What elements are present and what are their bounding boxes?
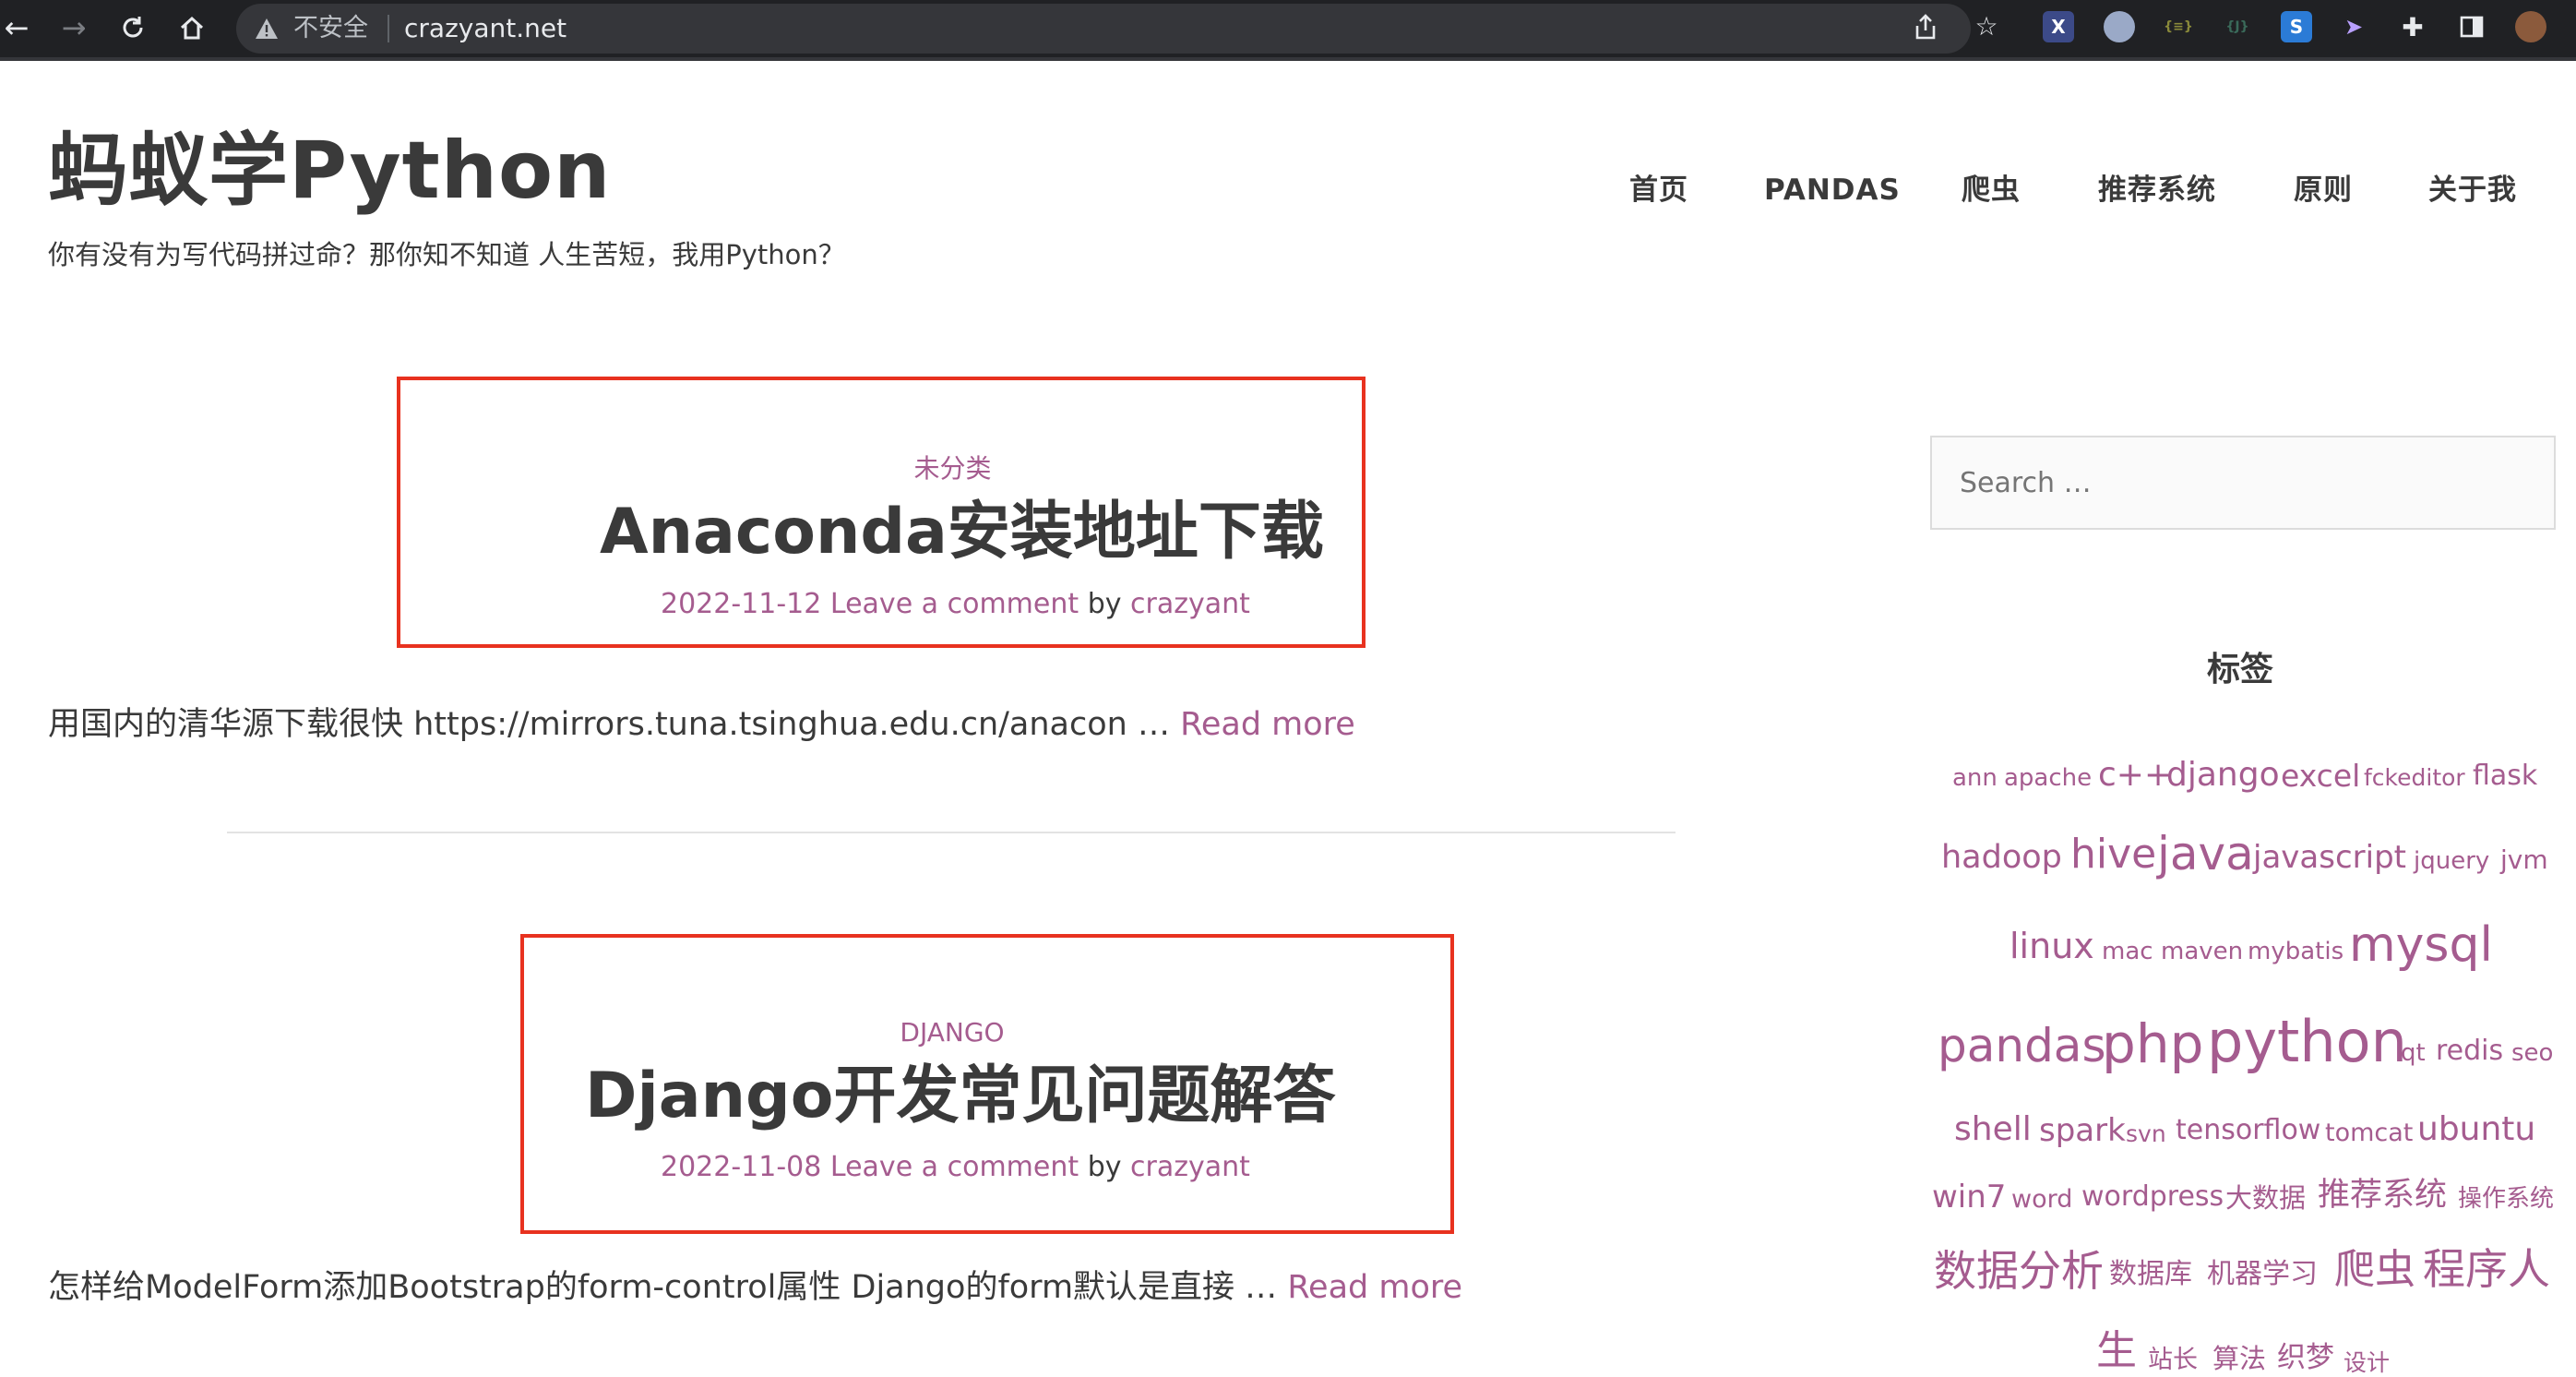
post-excerpt: 怎样给ModelForm添加Bootstrap的form-control属性 D…: [48, 1266, 1462, 1309]
security-label: 不安全: [293, 14, 368, 42]
extension-pointer-icon[interactable]: ➤: [2338, 11, 2369, 42]
extensions-puzzle-icon[interactable]: ✚: [2397, 11, 2428, 42]
author-link[interactable]: crazyant: [1130, 1151, 1250, 1183]
address-bar[interactable]: 不安全 crazyant.net ☆: [236, 4, 1998, 54]
post-excerpt: 用国内的清华源下载很快 https://mirrors.tuna.tsinghu…: [48, 703, 1355, 746]
tag-link[interactable]: python: [2207, 1013, 2407, 1071]
excerpt-text: 用国内的清华源下载很快 https://mirrors.tuna.tsinghu…: [48, 706, 1170, 743]
tag-link[interactable]: java: [2157, 831, 2254, 877]
tag-link[interactable]: tensorflow: [2176, 1117, 2320, 1144]
post-date[interactable]: 2022-11-12: [661, 588, 821, 620]
tag-link[interactable]: shell: [1954, 1113, 2032, 1146]
excerpt-text: 怎样给ModelForm添加Bootstrap的form-control属性 D…: [48, 1269, 1278, 1306]
share-icon[interactable]: [1910, 13, 1941, 44]
author-link[interactable]: crazyant: [1130, 588, 1250, 620]
tag-link[interactable]: 推荐系统: [2318, 1179, 2447, 1212]
profile-avatar[interactable]: [2515, 11, 2546, 42]
tag-link[interactable]: 程序人: [2423, 1248, 2550, 1290]
tag-link[interactable]: spark: [2039, 1115, 2126, 1146]
post-category[interactable]: DJANGO: [886, 1016, 1019, 1049]
tag-link[interactable]: 站长: [2148, 1347, 2198, 1372]
post-title[interactable]: Django开发常见问题解答: [585, 1060, 1335, 1133]
tag-link[interactable]: flask: [2473, 762, 2537, 790]
forward-icon[interactable]: →: [52, 6, 96, 50]
tag-link[interactable]: fckeditor: [2364, 766, 2465, 789]
tag-link[interactable]: win7: [1932, 1181, 2006, 1213]
tag-link[interactable]: linux: [2010, 928, 2094, 964]
nav-item-about[interactable]: 关于我: [2428, 170, 2517, 210]
post-title[interactable]: Anaconda安装地址下载: [600, 496, 1324, 569]
nav-item-principles[interactable]: 原则: [2294, 170, 2353, 210]
tag-link[interactable]: javascript: [2253, 842, 2406, 873]
tag-link[interactable]: jvm: [2500, 847, 2548, 873]
extension-j-icon[interactable]: {J}: [2222, 11, 2253, 42]
tag-link[interactable]: pandas: [1938, 1023, 2106, 1069]
browser-toolbar: ← → 不安全 crazyant.net ☆ X {≡} {J} S ➤ ✚: [0, 0, 2576, 57]
read-more-link[interactable]: Read more: [1287, 1269, 1462, 1306]
tag-link[interactable]: wordpress: [2081, 1183, 2224, 1211]
tag-link[interactable]: word: [2011, 1187, 2072, 1212]
tag-link[interactable]: apache: [2004, 766, 2092, 790]
tag-link[interactable]: 算法: [2212, 1346, 2266, 1372]
post-date[interactable]: 2022-11-08: [661, 1151, 821, 1183]
omnibox-divider: [388, 15, 389, 42]
tag-link[interactable]: mybatis: [2248, 940, 2343, 964]
tag-link[interactable]: 织梦: [2277, 1344, 2334, 1372]
extension-s-icon[interactable]: S: [2281, 11, 2312, 42]
tag-link[interactable]: 机器学习: [2207, 1261, 2318, 1288]
tag-link[interactable]: ann: [1952, 766, 1998, 790]
post-meta: 2022-11-12 Leave a comment by crazyant: [661, 586, 1250, 623]
nav-item-pandas[interactable]: PANDAS: [1764, 170, 1901, 210]
tag-link[interactable]: hive: [2070, 834, 2156, 875]
tag-link[interactable]: 爬虫: [2334, 1250, 2415, 1290]
side-panel-icon[interactable]: [2456, 11, 2487, 42]
back-icon[interactable]: ←: [0, 6, 39, 50]
tag-link[interactable]: mysql: [2349, 921, 2493, 969]
tag-link[interactable]: svn: [2126, 1122, 2166, 1145]
post-divider: [227, 832, 1676, 833]
post-category[interactable]: 未分类: [881, 452, 1024, 485]
tag-link[interactable]: 大数据: [2225, 1185, 2306, 1212]
tag-link[interactable]: excel: [2281, 760, 2360, 791]
search-input[interactable]: [1930, 436, 2556, 530]
tag-link[interactable]: 数据分析: [1934, 1250, 2104, 1292]
tag-link[interactable]: django: [2166, 759, 2280, 792]
tag-link[interactable]: php: [2102, 1017, 2203, 1071]
site-title[interactable]: 蚂蚁学Python: [48, 131, 611, 210]
tag-link[interactable]: seo: [2511, 1041, 2553, 1065]
read-more-link[interactable]: Read more: [1180, 706, 1355, 743]
tag-link[interactable]: c++: [2098, 759, 2172, 792]
toolbar-border: [0, 57, 2576, 61]
nav-item-home[interactable]: 首页: [1629, 170, 1688, 210]
byline-label: by: [1087, 1151, 1122, 1183]
tag-link[interactable]: mac: [2102, 940, 2153, 964]
reload-icon[interactable]: [111, 6, 155, 50]
tag-link[interactable]: tomcat: [2325, 1120, 2413, 1145]
tag-link[interactable]: ubuntu: [2417, 1113, 2535, 1146]
byline-label: by: [1087, 588, 1122, 620]
post-meta: 2022-11-08 Leave a comment by crazyant: [661, 1149, 1250, 1186]
extension-x-icon[interactable]: X: [2043, 11, 2074, 42]
tag-link[interactable]: qt: [2401, 1041, 2426, 1065]
nav-item-crawler[interactable]: 爬虫: [1962, 170, 2021, 210]
url-text[interactable]: crazyant.net: [404, 13, 566, 44]
tag-link[interactable]: redis: [2436, 1037, 2503, 1065]
tag-link[interactable]: 操作系统: [2458, 1187, 2554, 1211]
tags-widget-title: 标签: [2207, 651, 2274, 688]
tag-link[interactable]: jquery: [2414, 849, 2489, 873]
bookmark-star-icon[interactable]: ☆: [1971, 11, 2002, 42]
nav-item-recommender[interactable]: 推荐系统: [2098, 170, 2216, 210]
tag-link[interactable]: 生: [2096, 1331, 2137, 1371]
tag-link[interactable]: maven: [2161, 940, 2243, 964]
tag-link[interactable]: hadoop: [1941, 842, 2062, 874]
tag-link[interactable]: 设计: [2343, 1351, 2390, 1374]
home-icon[interactable]: [170, 6, 214, 50]
warning-icon: [256, 18, 278, 39]
extension-circle-icon[interactable]: [2104, 11, 2135, 42]
comment-link[interactable]: Leave a comment: [830, 1151, 1079, 1183]
site-tagline: 你有没有为写代码拼过命？那你知不知道 人生苦短，我用Python？: [48, 239, 845, 270]
tag-link[interactable]: 数据库: [2109, 1261, 2192, 1288]
extension-json-icon[interactable]: {≡}: [2163, 11, 2194, 42]
comment-link[interactable]: Leave a comment: [830, 588, 1079, 620]
